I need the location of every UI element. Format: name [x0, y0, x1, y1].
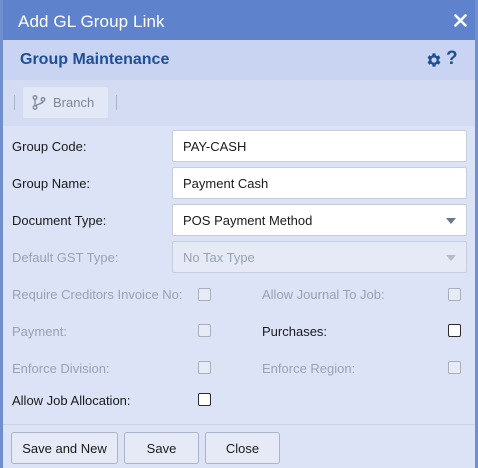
dialog-title: Add GL Group Link: [18, 12, 165, 31]
require-creditors-invoice-no-checkbox: [198, 288, 211, 301]
chevron-down-icon: [446, 255, 456, 261]
default-gst-type-label: Default GST Type:: [12, 250, 119, 265]
allow-journal-to-job-checkbox: [448, 288, 461, 301]
enforce-division-checkbox: [198, 361, 211, 374]
group-code-label: Group Code:: [12, 139, 87, 154]
page-header: Group Maintenance ?: [3, 40, 475, 80]
allow-journal-to-job-label: Allow Journal To Job:: [262, 287, 385, 302]
require-creditors-invoice-no-label: Require Creditors Invoice No:: [12, 287, 183, 302]
purchases-label: Purchases:: [262, 324, 328, 339]
close-icon[interactable]: [451, 11, 469, 29]
page-title: Group Maintenance: [20, 51, 170, 68]
dialog-titlebar: Add GL Group Link: [3, 0, 475, 40]
default-gst-type-select: No Tax Type: [172, 241, 467, 273]
toolbar-divider: [116, 95, 117, 110]
allow-job-allocation-label: Allow Job Allocation:: [12, 393, 131, 408]
group-name-value: Payment Cash: [183, 175, 269, 191]
purchases-checkbox[interactable]: [448, 324, 461, 337]
save-button[interactable]: Save: [124, 432, 199, 464]
document-type-label: Document Type:: [12, 213, 107, 228]
payment-label: Payment:: [12, 324, 67, 339]
help-icon[interactable]: ?: [446, 48, 458, 70]
default-gst-type-value: No Tax Type: [183, 249, 255, 265]
branch-icon: [32, 95, 46, 110]
group-code-field[interactable]: PAY-CASH: [172, 130, 467, 162]
document-type-select[interactable]: POS Payment Method: [172, 204, 467, 236]
payment-checkbox: [198, 324, 211, 337]
branch-button-label: Branch: [53, 95, 95, 110]
save-and-new-button[interactable]: Save and New: [11, 432, 118, 464]
branch-button[interactable]: Branch: [23, 87, 108, 118]
enforce-division-label: Enforce Division:: [12, 361, 110, 376]
close-button[interactable]: Close: [205, 432, 280, 464]
document-type-value: POS Payment Method: [183, 212, 313, 228]
allow-job-allocation-checkbox[interactable]: [198, 393, 211, 406]
enforce-region-label: Enforce Region:: [262, 361, 356, 376]
toolbar-divider: [14, 95, 15, 110]
add-gl-group-link-dialog: Add GL Group Link Group Maintenance ? Br…: [0, 0, 478, 468]
gear-icon[interactable]: [425, 51, 443, 69]
group-code-value: PAY-CASH: [183, 138, 247, 154]
group-name-label: Group Name:: [12, 176, 91, 191]
group-name-field[interactable]: Payment Cash: [172, 167, 467, 199]
enforce-region-checkbox: [448, 361, 461, 374]
chevron-down-icon: [446, 218, 456, 224]
